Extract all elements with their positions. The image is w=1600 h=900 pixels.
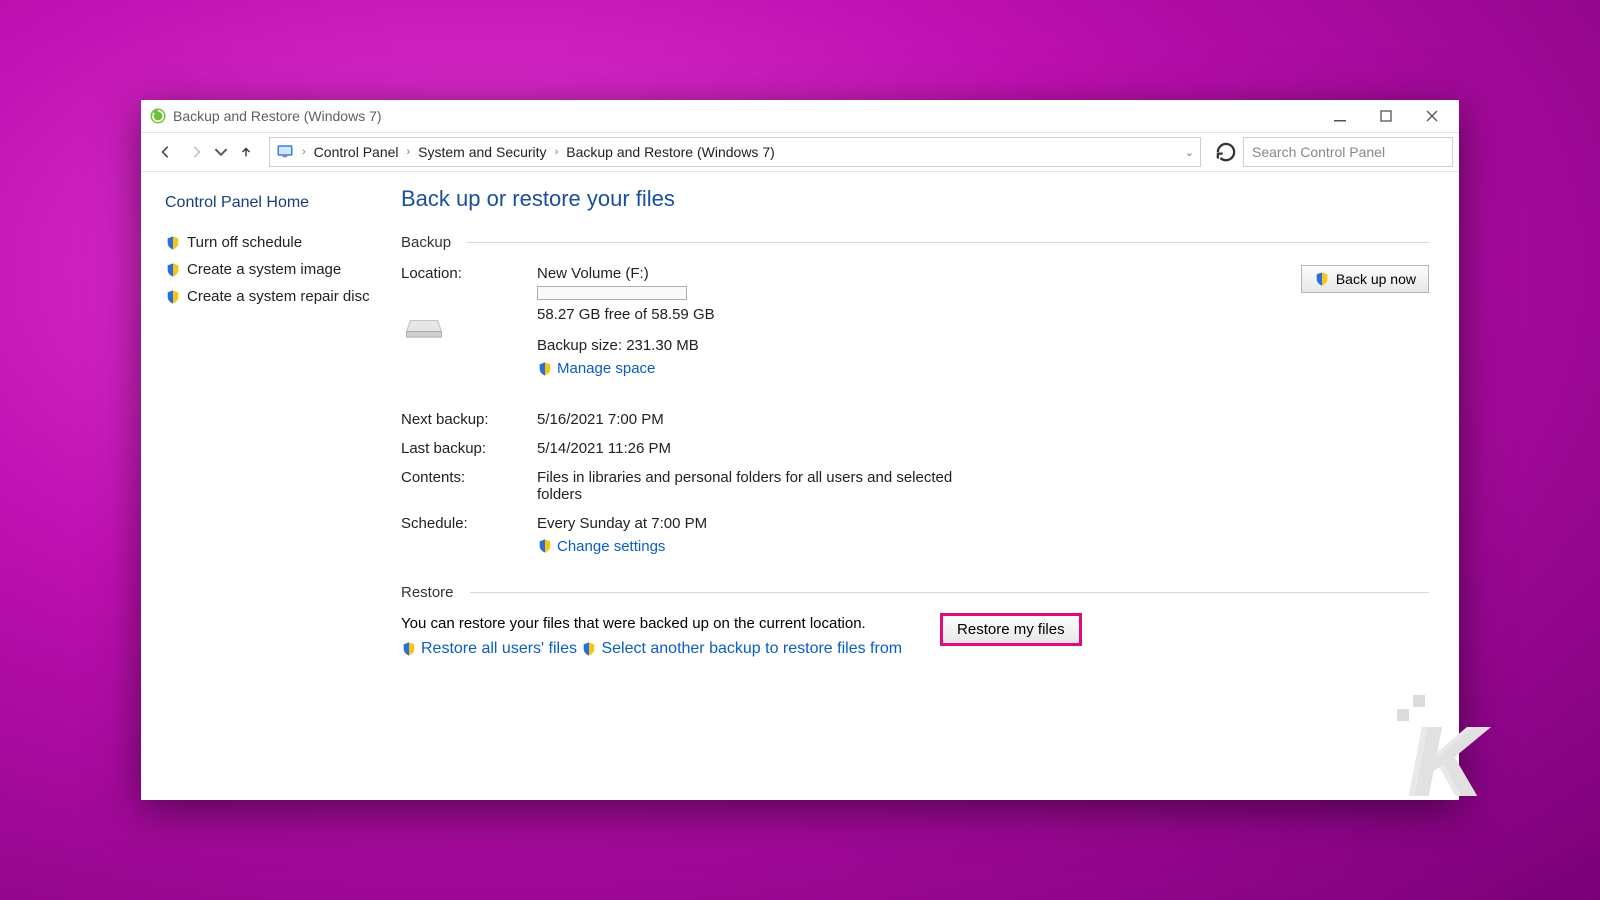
drive-icon (401, 312, 447, 342)
backup-size-text: Backup size: 231.30 MB (537, 337, 1253, 354)
forward-button[interactable] (183, 139, 209, 165)
turn-off-schedule-link[interactable]: Turn off schedule (165, 234, 375, 251)
sidebar-link-label: Create a system repair disc (187, 288, 370, 305)
restore-section-header: Restore (401, 584, 1429, 601)
search-input[interactable]: Search Control Panel (1243, 137, 1453, 167)
content-area: Control Panel Home Turn off schedule Cre… (141, 172, 1459, 800)
manage-space-label: Manage space (557, 360, 655, 377)
back-up-now-button[interactable]: Back up now (1301, 265, 1429, 293)
maximize-button[interactable] (1363, 101, 1409, 131)
next-backup-value: 5/16/2021 7:00 PM (537, 411, 957, 428)
last-backup-value: 5/14/2021 11:26 PM (537, 440, 957, 457)
location-label: Location: (401, 265, 531, 282)
sidebar-link-label: Create a system image (187, 261, 341, 278)
page-title: Back up or restore your files (401, 186, 1429, 212)
backup-info-grid: Location: New Volume (F:) 58.27 GB free … (401, 265, 1429, 381)
search-placeholder: Search Control Panel (1252, 144, 1385, 160)
breadcrumb-item[interactable]: Control Panel (314, 144, 399, 160)
schedule-label: Schedule: (401, 515, 531, 559)
change-settings-link[interactable]: Change settings (537, 538, 665, 555)
address-dropdown-icon[interactable]: ⌄ (1185, 146, 1194, 159)
select-another-backup-label: Select another backup to restore files f… (601, 640, 902, 658)
shield-icon (165, 289, 181, 305)
contents-value: Files in libraries and personal folders … (537, 469, 957, 503)
backup-section-header: Backup (401, 234, 1429, 251)
space-progress-bar (537, 286, 687, 300)
back-button[interactable] (153, 139, 179, 165)
back-up-now-label: Back up now (1336, 271, 1416, 287)
minimize-button[interactable] (1317, 101, 1363, 131)
backup-section-label: Backup (401, 234, 451, 251)
title-bar: Backup and Restore (Windows 7) (141, 100, 1459, 132)
backup-restore-app-icon (149, 107, 167, 125)
window: Backup and Restore (Windows 7) (141, 100, 1459, 800)
restore-section-label: Restore (401, 584, 454, 601)
shield-icon (165, 235, 181, 251)
window-title: Backup and Restore (Windows 7) (173, 108, 382, 124)
sidebar: Control Panel Home Turn off schedule Cre… (141, 172, 391, 800)
last-backup-label: Last backup: (401, 440, 531, 457)
create-system-image-link[interactable]: Create a system image (165, 261, 375, 278)
free-space-text: 58.27 GB free of 58.59 GB (537, 306, 1253, 323)
close-button[interactable] (1409, 101, 1455, 131)
restore-my-files-button[interactable]: Restore my files (942, 615, 1080, 644)
sidebar-link-label: Turn off schedule (187, 234, 302, 251)
next-backup-label: Next backup: (401, 411, 531, 428)
contents-label: Contents: (401, 469, 531, 503)
restore-all-users-link[interactable]: Restore all users' files (401, 640, 577, 658)
shield-icon (165, 262, 181, 278)
address-bar[interactable]: › Control Panel › System and Security › … (269, 137, 1201, 167)
manage-space-link[interactable]: Manage space (537, 360, 655, 377)
shield-icon (401, 641, 417, 657)
control-panel-home-link[interactable]: Control Panel Home (165, 194, 375, 212)
shield-icon (1314, 271, 1330, 287)
recent-locations-dropdown[interactable] (213, 139, 229, 165)
shield-icon (537, 538, 553, 554)
breadcrumb-item[interactable]: System and Security (418, 144, 546, 160)
restore-description: You can restore your files that were bac… (401, 615, 902, 632)
refresh-button[interactable] (1213, 139, 1239, 165)
restore-area: You can restore your files that were bac… (401, 615, 1429, 662)
nav-bar: › Control Panel › System and Security › … (141, 132, 1459, 172)
change-settings-label: Change settings (557, 538, 665, 555)
main-content: Back up or restore your files Backup Loc… (391, 172, 1459, 800)
control-panel-icon (276, 143, 294, 161)
schedule-value: Every Sunday at 7:00 PM (537, 515, 957, 532)
restore-all-users-label: Restore all users' files (421, 640, 577, 658)
breadcrumb-item[interactable]: Backup and Restore (Windows 7) (566, 144, 775, 160)
restore-my-files-label: Restore my files (957, 621, 1065, 638)
up-button[interactable] (233, 139, 259, 165)
select-another-backup-link[interactable]: Select another backup to restore files f… (581, 640, 902, 658)
volume-name: New Volume (F:) (537, 265, 1253, 282)
shield-icon (581, 641, 597, 657)
shield-icon (537, 361, 553, 377)
create-repair-disc-link[interactable]: Create a system repair disc (165, 288, 375, 305)
